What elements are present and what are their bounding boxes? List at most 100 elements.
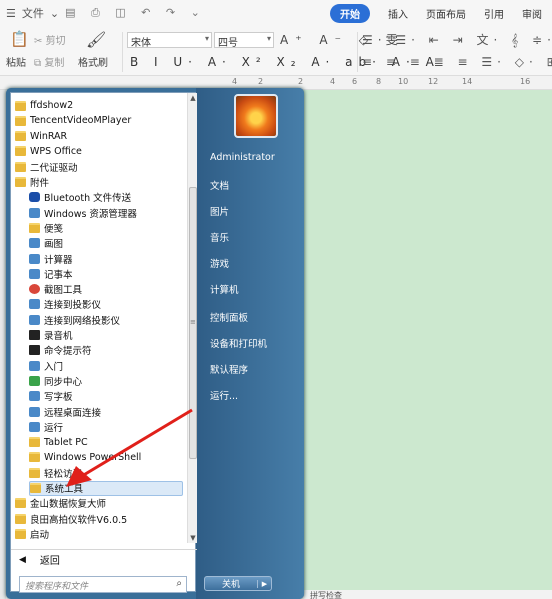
green-icon xyxy=(29,375,40,386)
user-avatar[interactable] xyxy=(234,94,278,138)
folder-icon xyxy=(29,452,40,463)
spell-check-status[interactable]: 拼写检查 xyxy=(310,591,342,599)
program-item[interactable]: WinRAR xyxy=(15,129,183,144)
tab-3[interactable]: 引用 xyxy=(484,4,504,23)
program-label: 良田高拍仪软件V6.0.5 xyxy=(30,514,128,526)
program-item[interactable]: 记事本 xyxy=(29,266,183,281)
user-name-link[interactable]: Administrator xyxy=(210,152,275,163)
program-item[interactable]: 金山数据恢复大师 xyxy=(15,496,183,511)
program-item[interactable]: ffdshow2 xyxy=(15,98,183,113)
program-label: 系统工具 xyxy=(45,484,84,495)
paste-icon[interactable]: 📋 xyxy=(10,30,29,48)
program-item[interactable]: 计算器 xyxy=(29,251,183,266)
search-input[interactable]: 搜索程序和文件 ⌕ xyxy=(19,576,187,593)
app-icon xyxy=(29,360,40,371)
program-item[interactable]: WPS Office xyxy=(15,144,183,159)
start-link[interactable]: 默认程序 xyxy=(210,362,248,376)
program-label: 命令提示符 xyxy=(44,346,92,358)
format-painter-button[interactable]: 格式刷 xyxy=(78,54,108,69)
program-item[interactable]: 运行 xyxy=(29,419,183,434)
start-link[interactable]: 设备和打印机 xyxy=(210,336,267,350)
program-item[interactable]: 远程桌面连接 xyxy=(29,404,183,419)
program-item[interactable]: 附件 xyxy=(15,175,183,190)
scroll-up-icon[interactable]: ▲ xyxy=(188,93,198,103)
menu-icon[interactable]: ☰ xyxy=(6,7,16,20)
clipboard-group: 📋 粘贴 ✂ 剪切 ⧉ 复制 🖌 格式刷 xyxy=(6,28,118,74)
program-label: 入门 xyxy=(44,361,64,373)
program-item[interactable]: Windows 资源管理器 xyxy=(29,205,183,220)
program-item[interactable]: TencentVideoMPlayer xyxy=(15,113,183,128)
program-item[interactable]: 连接到投影仪 xyxy=(29,297,183,312)
program-item[interactable]: Windows PowerShell xyxy=(29,450,183,465)
paste-button[interactable]: 粘贴 xyxy=(6,54,26,69)
divider xyxy=(357,32,358,72)
program-label: 画图 xyxy=(44,239,64,251)
program-label: 计算器 xyxy=(44,254,73,266)
tab-4[interactable]: 审阅 xyxy=(522,4,542,23)
program-item[interactable]: 截图工具 xyxy=(29,282,183,297)
cut-button[interactable]: ✂ 剪切 xyxy=(34,32,66,47)
program-item[interactable]: 同步中心 xyxy=(29,373,183,388)
ruler-mark: 10 xyxy=(398,77,409,86)
ribbon: 📋 粘贴 ✂ 剪切 ⧉ 复制 🖌 格式刷 宋体 ▾ 四号 ▾ A⁺ A⁻ ◇ 雯 B… xyxy=(0,26,552,76)
program-item[interactable]: 便笺 xyxy=(29,220,183,235)
program-item[interactable]: Tablet PC xyxy=(29,435,183,450)
program-item[interactable]: Bluetooth 文件传送 xyxy=(29,190,183,205)
program-item[interactable]: 系统工具 xyxy=(29,480,183,496)
shutdown-button[interactable]: 关机 ▶ xyxy=(204,576,272,591)
back-button[interactable]: ◀ 返回 xyxy=(11,549,197,569)
paragraph-buttons-row2[interactable]: ≡ ≡ ≡ ≣ ≡ ☰· ◇· ⊞· xyxy=(362,55,552,69)
program-item[interactable]: 良田高拍仪软件V6.0.5 xyxy=(15,511,183,526)
program-label: 远程桌面连接 xyxy=(44,407,102,419)
file-menu[interactable]: 文件 xyxy=(22,5,44,21)
chevron-right-icon[interactable]: ▶ xyxy=(257,579,271,588)
program-item[interactable]: 写字板 xyxy=(29,389,183,404)
scroll-down-icon[interactable]: ▼ xyxy=(188,533,198,543)
program-label: Tablet PC xyxy=(44,436,88,448)
tab-1[interactable]: 插入 xyxy=(388,4,408,23)
program-label: ffdshow2 xyxy=(30,100,74,111)
grip-icon: ≡ xyxy=(190,318,196,326)
ruler-mark: 6 xyxy=(352,77,358,86)
font-size-select[interactable]: 四号 ▾ xyxy=(214,32,274,49)
font-name-select[interactable]: 宋体 ▾ xyxy=(127,32,212,49)
back-label: 返回 xyxy=(39,556,60,567)
program-label: Bluetooth 文件传送 xyxy=(44,193,132,205)
program-item[interactable]: 命令提示符 xyxy=(29,343,183,358)
start-link[interactable]: 游戏 xyxy=(210,256,229,270)
scrollbar[interactable]: ▲ ≡ ▼ xyxy=(187,93,197,543)
program-item[interactable]: 轻松访问 xyxy=(29,465,183,480)
folder-icon xyxy=(30,483,41,493)
paragraph-buttons-row1[interactable]: ☰· ☰· ⇤ ⇥ 文· 𝄞 ≑· ⊞ xyxy=(362,31,552,48)
copy-button[interactable]: ⧉ 复制 xyxy=(34,54,64,69)
search-icon[interactable]: ⌕ xyxy=(176,578,182,589)
program-item[interactable]: 二代证驱动 xyxy=(15,159,183,174)
bluetooth-icon xyxy=(29,192,40,203)
app-icon xyxy=(29,299,40,310)
program-item[interactable]: 启动 xyxy=(15,526,183,541)
start-link[interactable]: 图片 xyxy=(210,204,229,218)
start-link[interactable]: 运行... xyxy=(210,388,238,402)
start-link[interactable]: 文档 xyxy=(210,178,229,192)
start-menu: ffdshow2 TencentVideoMPlayer WinRAR WPS Off… xyxy=(6,88,304,599)
start-link[interactable]: 计算机 xyxy=(210,282,239,296)
ribbon-tabs: 开始 插入 页面布局 引用 审阅 xyxy=(330,4,542,23)
program-item[interactable]: 录音机 xyxy=(29,328,183,343)
program-item[interactable]: 连接到网络投影仪 xyxy=(29,312,183,327)
program-label: 金山数据恢复大师 xyxy=(30,499,107,511)
ruler-mark: 14 xyxy=(462,77,473,86)
chevron-down-icon[interactable]: ⌄ xyxy=(50,7,59,20)
format-painter-icon[interactable]: 🖌 xyxy=(86,30,106,49)
program-label: 同步中心 xyxy=(44,376,83,388)
program-label: TencentVideoMPlayer xyxy=(30,115,132,127)
start-link[interactable]: 音乐 xyxy=(210,230,229,244)
quick-access-toolbar[interactable]: ▤ ⎙ ◫ ↶ ↷ ⌄ xyxy=(65,6,206,20)
program-item[interactable]: 画图 xyxy=(29,236,183,251)
document-canvas[interactable] xyxy=(300,90,552,599)
tab-0[interactable]: 开始 xyxy=(330,4,370,23)
app-icon xyxy=(29,253,40,264)
program-item[interactable]: 入门 xyxy=(29,358,183,373)
start-link[interactable]: 控制面板 xyxy=(210,310,248,324)
program-label: WPS Office xyxy=(30,145,82,157)
tab-2[interactable]: 页面布局 xyxy=(426,4,466,23)
